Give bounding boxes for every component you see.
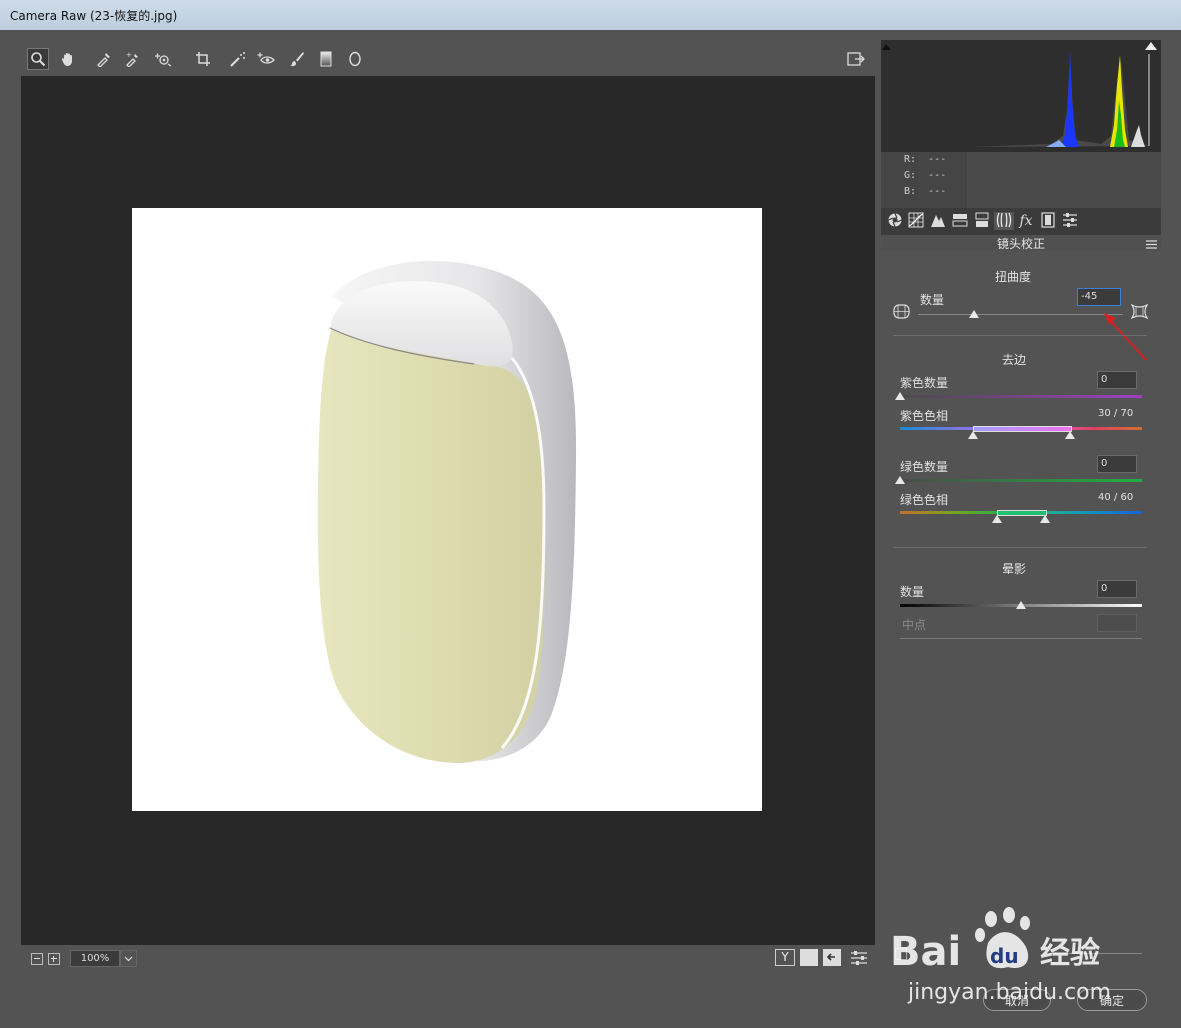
white-balance-tool-icon[interactable]	[93, 48, 115, 70]
watermark-brand2: du	[990, 944, 1019, 968]
swap-before-after-icon[interactable]	[800, 949, 818, 966]
barrel-distortion-icon	[893, 304, 910, 322]
watermark-url: jingyan.baidu.com	[907, 980, 1111, 1005]
image-info-area	[967, 152, 1161, 208]
divider	[893, 547, 1147, 548]
vignetting-amount-label: 数量	[900, 585, 925, 599]
crop-tool-icon[interactable]	[192, 48, 214, 70]
toolbar: +	[21, 42, 875, 76]
green-amount-input[interactable]: 0	[1097, 455, 1137, 473]
baidu-watermark: Bai du 经验 jingyan.baidu.com	[888, 905, 1128, 1005]
targeted-adjustment-tool-icon[interactable]	[152, 48, 174, 70]
before-after-y-icon[interactable]: Y	[775, 949, 795, 966]
tab-split-toning-icon[interactable]	[972, 212, 992, 230]
tab-lens-corrections-icon[interactable]	[994, 212, 1014, 230]
red-eye-tool-icon[interactable]	[256, 48, 278, 70]
tab-hsl-icon[interactable]	[950, 212, 970, 230]
purple-amount-label: 紫色数量	[900, 376, 949, 390]
zoom-in-icon[interactable]	[48, 953, 60, 965]
window-titlebar: Camera Raw (23-恢复的.jpg)	[0, 0, 1181, 30]
purple-amount-input[interactable]: 0	[1097, 371, 1137, 389]
tab-calibration-film-icon[interactable]	[1038, 212, 1058, 230]
purple-amount-slider-track[interactable]	[900, 395, 1142, 398]
tab-presets-sliders-icon[interactable]	[1060, 212, 1080, 230]
window-title: Camera Raw (23-恢复的.jpg)	[10, 9, 178, 23]
spot-removal-tool-icon[interactable]	[227, 48, 249, 70]
purple-hue-max-thumb[interactable]	[1065, 431, 1075, 439]
green-hue-min-thumb[interactable]	[992, 515, 1002, 523]
panel-menu-icon[interactable]	[1146, 238, 1157, 249]
vignetting-midpoint-input	[1097, 614, 1137, 632]
panel-tabs: fx	[881, 208, 1161, 235]
color-sampler-tool-icon[interactable]: +	[122, 48, 144, 70]
tab-tone-curve-icon[interactable]	[906, 212, 926, 230]
vignetting-midpoint-slider-track	[900, 638, 1142, 639]
tab-basic-aperture-icon[interactable]	[885, 212, 905, 230]
green-amount-slider-thumb[interactable]	[895, 476, 905, 484]
zoom-level-field[interactable]: 100%	[70, 950, 120, 967]
distortion-slider-thumb[interactable]	[969, 310, 980, 318]
purple-hue-label: 紫色色相	[900, 409, 949, 423]
b-label: B:	[904, 186, 917, 197]
vignetting-amount-slider-thumb[interactable]	[1016, 601, 1026, 609]
panel-title: 镜头校正	[881, 235, 1161, 251]
distortion-amount-label: 数量	[920, 293, 945, 307]
green-hue-label: 绿色色相	[900, 493, 949, 507]
preferences-icon[interactable]	[845, 48, 867, 70]
purple-hue-min-thumb[interactable]	[968, 431, 978, 439]
tab-effects-fx-icon[interactable]: fx	[1016, 212, 1036, 230]
vignetting-amount-input[interactable]: 0	[1097, 580, 1137, 598]
distortion-slider-track[interactable]	[918, 314, 1123, 315]
radial-filter-icon[interactable]	[344, 48, 366, 70]
tab-detail-icon[interactable]	[928, 212, 948, 230]
adjustment-brush-icon[interactable]	[286, 48, 308, 70]
toggle-settings-icon[interactable]	[849, 949, 869, 966]
r-label: R:	[904, 154, 917, 165]
green-amount-label: 绿色数量	[900, 460, 949, 474]
green-hue-max-thumb[interactable]	[1040, 515, 1050, 523]
preview-bottom-bar: 100% Y	[21, 945, 875, 972]
purple-hue-value: 30 / 70	[1098, 408, 1134, 419]
svg-text:+: +	[126, 51, 132, 59]
b-value: ---	[928, 186, 947, 197]
vignetting-midpoint-label: 中点	[902, 618, 927, 632]
hand-tool-icon[interactable]	[57, 48, 79, 70]
g-label: G:	[904, 170, 917, 181]
vignetting-heading: 晕影	[1002, 562, 1027, 576]
green-amount-slider-track[interactable]	[900, 479, 1142, 482]
defringe-heading: 去边	[1002, 353, 1027, 367]
zoom-tool-icon[interactable]	[27, 48, 49, 70]
rgb-readout: R: --- G: --- B: ---	[881, 152, 967, 208]
preview-image	[132, 208, 762, 811]
watermark-cn: 经验	[1040, 936, 1100, 971]
zoom-dropdown-chevron-down-icon[interactable]	[120, 950, 137, 967]
zoom-out-icon[interactable]	[31, 953, 43, 965]
histogram	[881, 40, 1161, 152]
distortion-amount-input[interactable]: -45	[1077, 288, 1121, 306]
divider	[893, 335, 1147, 336]
distortion-heading: 扭曲度	[995, 270, 1032, 284]
r-value: ---	[928, 154, 947, 165]
watermark-brand: Bai	[890, 929, 961, 975]
g-value: ---	[928, 170, 947, 181]
copy-settings-icon[interactable]	[823, 949, 841, 966]
graduated-filter-icon[interactable]	[315, 48, 337, 70]
green-hue-value: 40 / 60	[1098, 492, 1134, 503]
purple-amount-slider-thumb[interactable]	[895, 392, 905, 400]
annotation-red-arrow	[1100, 312, 1150, 367]
purple-hue-range	[973, 426, 1072, 432]
